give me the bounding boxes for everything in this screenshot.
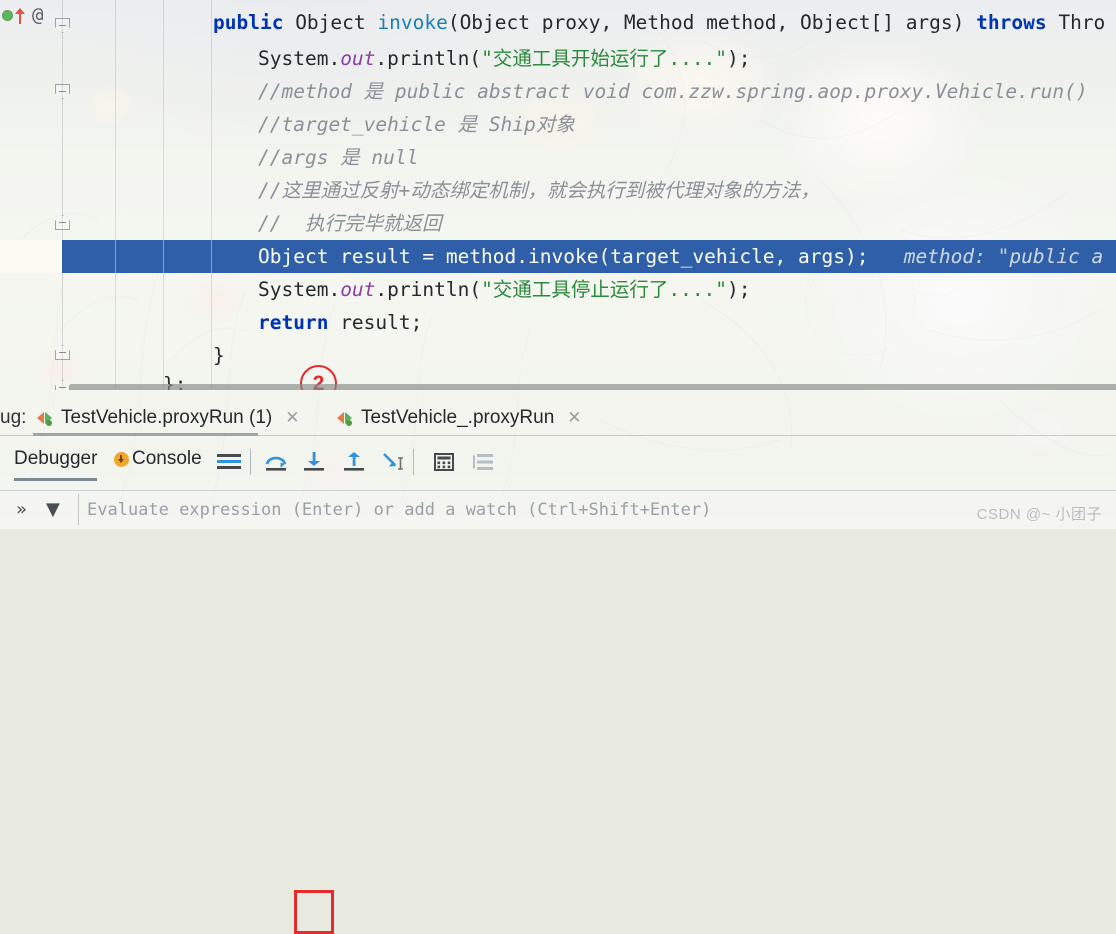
evaluate-expression-input[interactable]: Evaluate expression (Enter) or add a wat… [78,494,1116,525]
code-token: return [258,311,341,334]
code-token: //这里通过反射+动态绑定机制，就会执行到被代理对象的方法， [258,179,820,202]
code-token: Object [295,11,378,34]
step-out-icon [344,452,364,471]
close-icon[interactable]: ✕ [285,408,299,428]
chevron-down-icon[interactable]: ▼ [46,499,60,520]
code-token: "交通工具开始运行了...." [481,47,728,70]
expand-icon[interactable]: » [16,499,27,520]
code-token: result; [340,311,423,334]
code-token: .println( [375,278,482,301]
scrollbar-thumb[interactable] [70,384,1116,390]
code-token: Object result = method.invoke(target_veh… [258,245,869,268]
line-comment-return[interactable]: // 执行完毕就返回 [0,207,1116,240]
evaluate-expression-bar[interactable]: » ▼ Evaluate expression (Enter) or add a… [0,490,1116,529]
evaluate-expression-button[interactable] [427,446,461,478]
line-comment-method[interactable]: //method 是 public abstract void com.zzw.… [0,75,1116,108]
code-token: throws [976,11,1059,34]
debug-tab-label: TestVehicle.proxyRun (1) [61,407,273,428]
code-token: "交通工具停止运行了...." [481,278,728,301]
mute-breakpoints-button[interactable] [466,446,500,478]
line-invoke-signature[interactable]: public Object invoke(Object proxy, Metho… [0,6,1116,39]
evalbar-divider [0,490,1116,491]
code-token: invoke [377,11,448,34]
debugger-toolbar[interactable]: Debugger Console [0,438,1116,934]
code-token: public [213,11,296,34]
close-icon[interactable]: ✕ [567,408,581,428]
debug-session-icon [37,410,54,426]
code-token: //args 是 null [258,146,419,169]
execution-point-icon [217,454,241,470]
code-token: (Object proxy, Method method, Object[] a… [447,11,977,34]
tab-debugger-label: Debugger [14,448,98,469]
tab-console-label: Console [132,448,202,469]
debug-tool-window[interactable]: ug: TestVehicle.proxyRun (1) ✕ TestVehic… [0,398,1116,934]
active-tab-underline [33,433,258,436]
tab-console[interactable]: Console [114,448,202,470]
calculator-icon [434,453,454,471]
code-token: //target_vehicle 是 Ship对象 [258,113,575,136]
editor-horizontal-scrollbar[interactable] [70,384,1116,390]
code-editor[interactable]: @ public Object invoke(Object proxy, Met… [0,0,1116,390]
debug-tab-label: TestVehicle_.proxyRun [361,407,555,428]
line-println-stop[interactable]: System.out.println("交通工具停止运行了...."); [0,273,1116,306]
code-token: } [213,344,225,367]
line-comment-target[interactable]: //target_vehicle 是 Ship对象 [0,108,1116,141]
step-over-icon [265,456,287,471]
code-token: ); [727,278,751,301]
line-comment-args[interactable]: //args 是 null [0,141,1116,174]
toolbar-separator [250,449,251,475]
tab-debugger[interactable]: Debugger [14,448,98,481]
code-token: .println( [375,47,482,70]
console-icon [114,451,129,467]
line-return-result[interactable]: return result; [0,306,1116,339]
debug-label: ug: [0,407,27,428]
code-token: ); [727,47,751,70]
code-token: Thro [1058,11,1106,34]
code-token: out [340,278,376,301]
code-token: method: "public a [868,245,1104,268]
layers-icon [473,454,493,470]
force-step-into-icon [383,453,403,470]
toolbar-separator [413,449,414,475]
debug-tab-testvehicle-proxyrun[interactable]: TestVehicle.proxyRun (1) ✕ [33,403,303,433]
code-token: // 执行完毕就返回 [258,212,442,235]
watermark: CSDN @~ 小团子 [976,506,1102,523]
step-into-icon [304,452,324,471]
line-println-start[interactable]: System.out.println("交通工具开始运行了...."); [0,42,1116,75]
debug-session-tabbar[interactable]: ug: TestVehicle.proxyRun (1) ✕ TestVehic… [0,398,1116,437]
step-over-button[interactable] [259,446,293,478]
step-into-button[interactable] [297,446,331,478]
code-token: System. [258,278,341,301]
step-into-highlight-box [294,890,334,934]
line-comment-reflect[interactable]: //这里通过反射+动态绑定机制，就会执行到被代理对象的方法， [0,174,1116,207]
code-token: out [340,47,376,70]
line-invoke-call[interactable]: Object result = method.invoke(target_veh… [0,240,1116,273]
tab-active-underline [14,478,98,481]
code-token: //method 是 public abstract void com.zzw.… [258,80,1088,103]
force-step-into-button[interactable] [377,446,411,478]
code-token: System. [258,47,341,70]
debug-session-icon [337,410,354,426]
debug-tab-testvehicle2-proxyrun[interactable]: TestVehicle_.proxyRun ✕ [333,403,586,433]
step-out-button[interactable] [337,446,371,478]
show-execution-point-button[interactable] [212,446,246,478]
